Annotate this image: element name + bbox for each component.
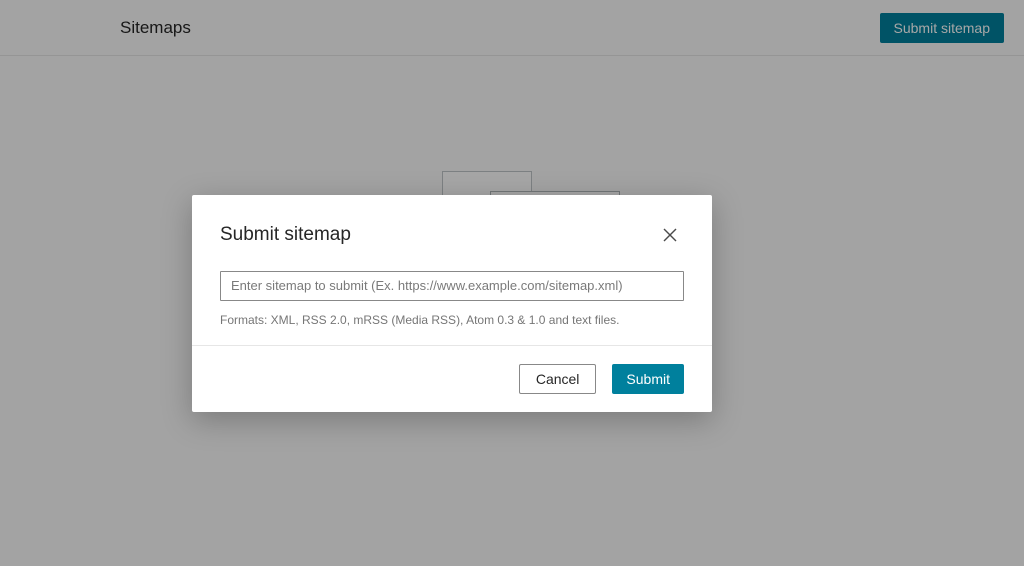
submit-sitemap-dialog: Submit sitemap Formats: XML, RSS 2.0, mR… [192, 195, 712, 412]
dialog-body: Formats: XML, RSS 2.0, mRSS (Media RSS),… [192, 271, 712, 345]
cancel-button[interactable]: Cancel [519, 364, 597, 394]
close-button[interactable] [656, 221, 684, 249]
modal-overlay[interactable]: Submit sitemap Formats: XML, RSS 2.0, mR… [0, 0, 1024, 566]
dialog-header: Submit sitemap [192, 195, 712, 271]
dialog-footer: Cancel Submit [192, 345, 712, 412]
close-icon [662, 227, 678, 243]
formats-hint: Formats: XML, RSS 2.0, mRSS (Media RSS),… [220, 313, 684, 327]
dialog-title: Submit sitemap [220, 224, 351, 246]
submit-button[interactable]: Submit [612, 364, 684, 394]
sitemap-url-input[interactable] [220, 271, 684, 301]
